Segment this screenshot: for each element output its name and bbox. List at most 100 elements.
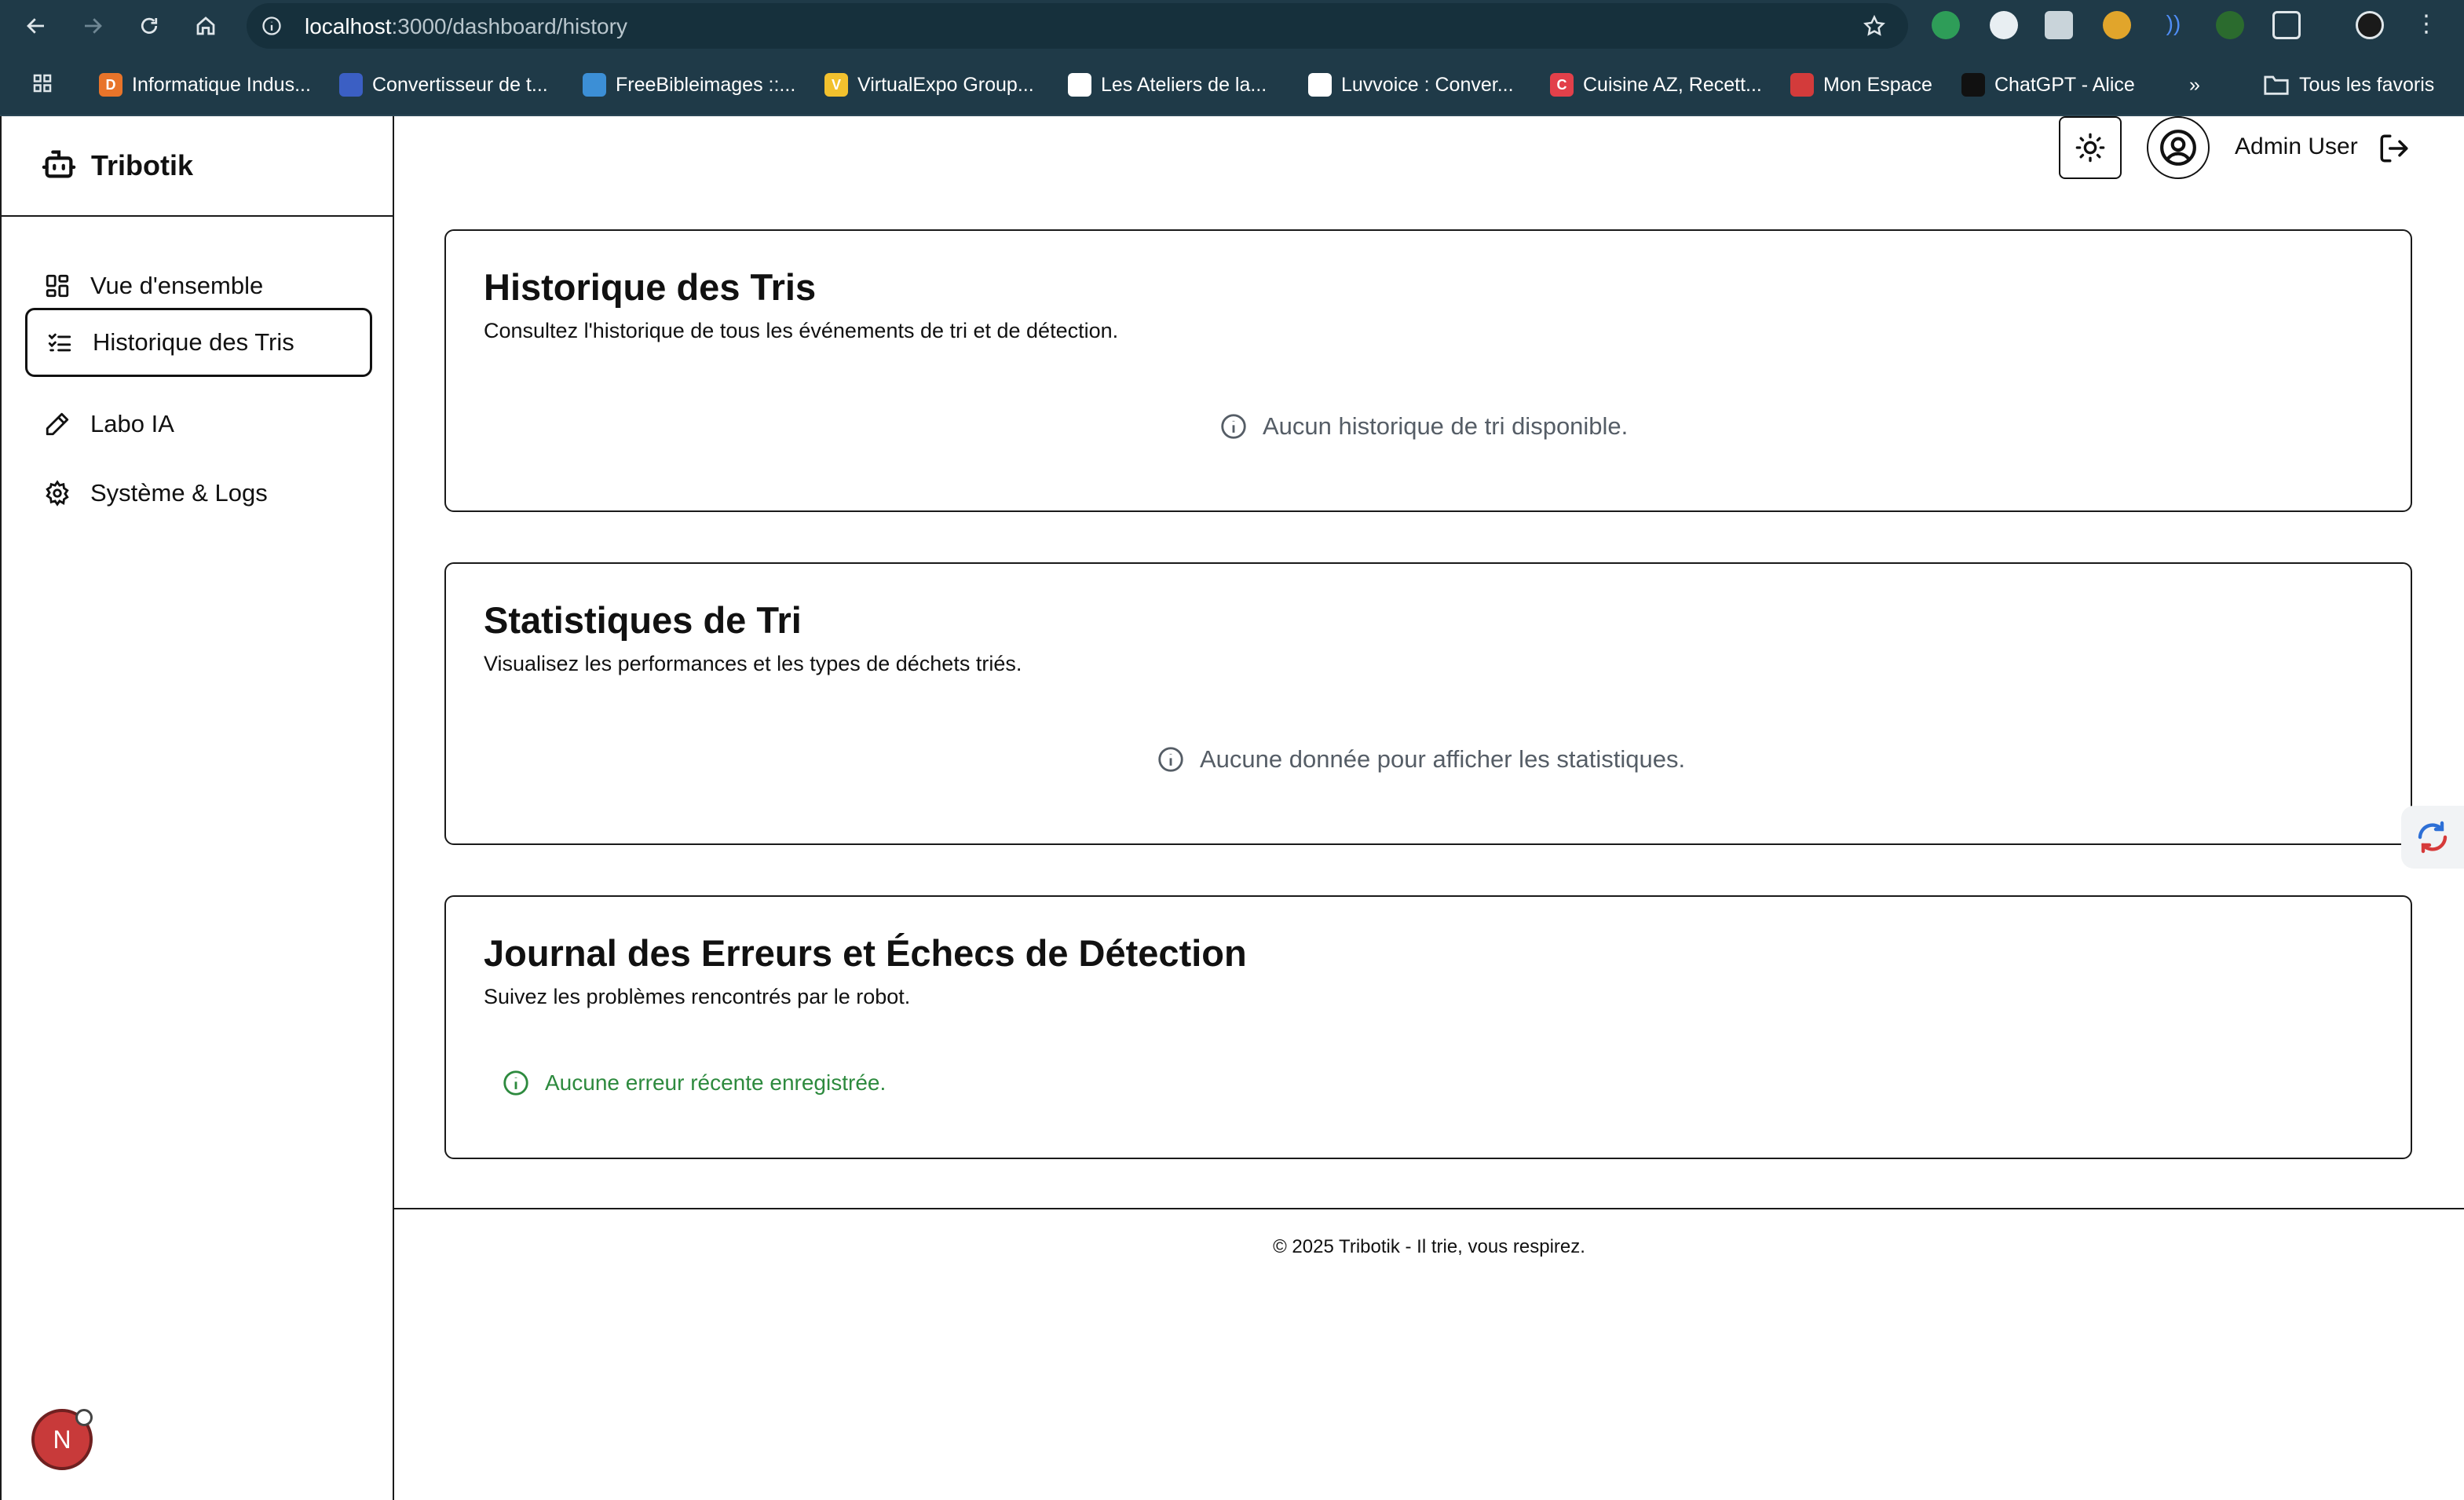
extension-icon[interactable] [2216,11,2244,39]
gear-icon [46,480,69,507]
browser-toolbar: localhost:3000/dashboard/history )) ⋮ [0,0,2464,52]
bookmark-favicon-icon [583,73,606,97]
empty-message: Aucun historique de tri disponible. [1263,412,1629,440]
bookmark-favicon-icon: V [824,73,848,97]
empty-state: Aucune donnée pour afficher les statisti… [1156,745,1685,774]
bookmark-label: VirtualExpo Group... [857,73,1034,96]
logout-icon[interactable] [2378,132,2411,165]
extension-icon[interactable] [2103,11,2131,39]
extension-icon[interactable] [2045,11,2073,39]
bookmark-item[interactable]: Les Ateliers de la... [1068,69,1267,101]
arrow-right-icon [85,18,102,34]
sidebar-item-label: Système & Logs [90,479,268,507]
card-description: Visualisez les performances et les types… [484,652,1022,675]
bookmark-favicon-icon [339,73,363,97]
sort-history-card: Historique des Tris Consultez l'historiq… [444,229,2412,512]
bookmark-item[interactable]: Mon Espace [1790,69,1932,101]
info-icon [503,1070,528,1096]
site-info-icon[interactable] [261,15,283,37]
user-circle-icon [2160,130,2196,166]
profile-icon[interactable] [2356,11,2384,39]
list-check-icon [48,333,71,352]
sidebar-item-history[interactable]: Historique des Tris [25,308,372,377]
error-log-card: Journal des Erreurs et Échecs de Détecti… [444,895,2412,1159]
bookmark-label: Mon Espace [1823,73,1932,96]
notification-dot [75,1409,93,1426]
bookmark-item[interactable]: C Cuisine AZ, Recett... [1550,69,1762,101]
bookmark-item[interactable]: D Informatique Indus... [99,69,311,101]
home-icon [196,16,215,35]
pencil-icon [46,412,69,436]
bookmark-favicon-icon [1308,73,1332,97]
reload-icon [141,17,158,34]
footer-text: © 2025 Tribotik - Il trie, vous respirez… [1273,1236,1585,1257]
info-icon [1158,747,1183,772]
bookmark-label: Luvvoice : Conver... [1341,73,1514,96]
url-path: :3000/dashboard/history [391,14,627,38]
card-description: Suivez les problèmes rencontrés par le r… [484,985,911,1008]
url-host: localhost [305,14,392,38]
apps-button[interactable] [27,68,58,99]
url-text[interactable]: localhost:3000/dashboard/history [305,14,627,39]
sidebar: Tribotik Vue d'ensemble Historique des T… [0,116,394,1500]
bookmark-item[interactable]: ChatGPT - Alice [1961,69,2135,101]
floating-sync-widget[interactable] [2401,806,2464,869]
theme-toggle-button[interactable] [2059,116,2122,179]
info-icon [1221,414,1246,439]
success-state: Aucune erreur récente enregistrée. [501,1068,886,1098]
card-title: Historique des Tris [484,266,817,308]
all-bookmarks-label: Tous les favoris [2299,73,2435,96]
bookmark-label: Les Ateliers de la... [1101,73,1267,96]
apps-grid-icon [33,74,52,93]
bookmark-favicon-icon: D [99,73,122,97]
sidebar-item-ai-lab[interactable]: Labo IA [25,390,372,459]
extension-icon[interactable]: )) [2159,11,2188,39]
bookmark-favicon-icon [1068,73,1091,97]
folder-icon [2264,75,2289,95]
home-button[interactable] [190,10,221,42]
dashboard-icon [46,274,69,298]
bookmark-favicon-icon [1790,73,1814,97]
menu-kebab-icon[interactable]: ⋮ [2412,11,2440,39]
bookmark-label: ChatGPT - Alice [1994,73,2135,96]
bookmark-star-icon[interactable] [1863,14,1886,38]
card-description: Consultez l'historique de tous les événe… [484,319,1119,342]
user-avatar-button[interactable] [2147,116,2210,179]
address-bar[interactable]: localhost:3000/dashboard/history [247,3,1908,49]
dev-tools-avatar[interactable]: N [31,1409,93,1470]
sidebar-item-label: Historique des Tris [93,328,294,356]
avatar-letter: N [53,1425,71,1454]
card-title: Statistiques de Tri [484,599,802,641]
bookmark-item[interactable]: Convertisseur de t... [339,69,548,101]
sort-statistics-card: Statistiques de Tri Visualisez les perfo… [444,562,2412,845]
arrow-left-icon [27,18,44,34]
bookmark-label: Cuisine AZ, Recett... [1583,73,1762,96]
all-bookmarks-folder[interactable]: Tous les favoris [2263,69,2434,101]
sync-chat-icon [2418,821,2448,854]
success-message: Aucune erreur récente enregistrée. [545,1070,887,1095]
brand[interactable]: Tribotik [2,116,394,217]
bookmark-item[interactable]: Luvvoice : Conver... [1308,69,1514,101]
bookmark-favicon-icon: C [1550,73,1574,97]
sidebar-item-label: Labo IA [90,410,174,437]
brand-name: Tribotik [91,149,194,181]
bookmark-label: FreeBibleimages ::... [616,73,796,96]
user-name: Admin User [2235,134,2358,159]
reload-button[interactable] [133,10,165,42]
footer-divider [394,1208,2464,1209]
back-button[interactable] [20,10,52,42]
empty-message: Aucune donnée pour afficher les statisti… [1200,745,1686,773]
bookmark-label: Informatique Indus... [132,73,311,96]
grammarly-extension-icon[interactable] [1932,11,1960,39]
bookmarks-overflow-button[interactable]: » [2189,69,2200,101]
bookmark-item[interactable]: FreeBibleimages ::... [583,69,795,101]
bookmarks-bar: D Informatique Indus... Convertisseur de t… [0,52,2464,116]
puzzle-icon[interactable] [2272,11,2301,39]
extension-icon[interactable] [1990,11,2018,39]
sun-icon [2075,133,2105,163]
sidebar-item-label: Vue d'ensemble [90,272,264,299]
forward-button[interactable] [77,10,108,42]
bookmark-label: Convertisseur de t... [372,73,548,96]
bookmark-item[interactable]: V VirtualExpo Group... [824,69,1034,101]
sidebar-item-system-logs[interactable]: Système & Logs [25,459,372,528]
